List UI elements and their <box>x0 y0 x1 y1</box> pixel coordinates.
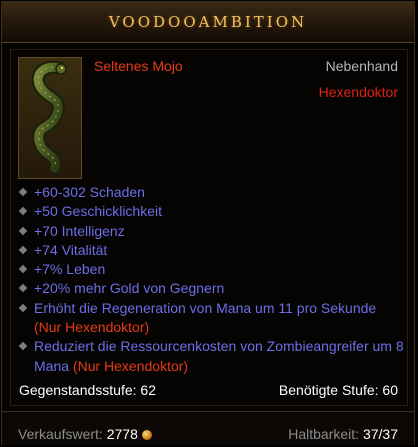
gold-coin-icon <box>141 430 152 440</box>
item-tooltip: VOODOOAMBITION Seltenes Mojo Nebenhand H… <box>1 1 415 445</box>
sell-value-label: Verkaufswert: <box>18 426 103 442</box>
class-requirement-note: (Nur Hexendoktor) <box>72 357 189 374</box>
snake-mojo-icon <box>31 60 67 175</box>
item-title: VOODOOAMBITION <box>108 13 308 31</box>
class-restriction: Hexendoktor <box>318 84 398 100</box>
affix-list: +60-302 Schaden +50 Geschicklichkeit +70… <box>18 183 404 376</box>
item-level: Gegenstandsstufe: 62 <box>19 382 156 398</box>
affix-bullet-icon <box>18 303 28 313</box>
affix-bullet-icon <box>18 342 28 351</box>
affix-item: +74 Vitalität <box>18 241 404 260</box>
sell-value: Verkaufswert: 2778 <box>18 426 152 442</box>
item-slot: Nebenhand <box>325 58 398 74</box>
sell-value-amount: 2778 <box>106 426 138 442</box>
affix-bullet-icon <box>18 207 28 216</box>
durability: Haltbarkeit: 37/37 <box>288 426 398 442</box>
affix-bullet-icon <box>18 245 28 255</box>
affix-item: +7% Leben <box>18 260 404 279</box>
affix-item: +60-302 Schaden <box>18 183 404 202</box>
affix-bullet-icon <box>18 187 28 197</box>
item-icon-frame <box>18 57 82 179</box>
required-level: Benötigte Stufe: 60 <box>278 382 398 398</box>
affix-bullet-icon <box>18 264 28 274</box>
affix-item: Erhöht die Regeneration von Mana um 11 p… <box>18 299 404 338</box>
durability-value: 37/37 <box>362 426 398 442</box>
affix-bullet-icon <box>18 284 28 293</box>
item-rarity-type: Seltenes Mojo <box>94 58 183 74</box>
affix-bullet-icon <box>18 226 28 235</box>
class-requirement-note: (Nur Hexendoktor) <box>34 319 150 336</box>
affix-item: +70 Intelligenz <box>18 222 404 241</box>
durability-label: Haltbarkeit: <box>288 426 360 442</box>
tooltip-header: VOODOOAMBITION <box>2 2 414 43</box>
tooltip-footer: Verkaufswert: 2778 Haltbarkeit: 37/37 <box>2 411 414 445</box>
affix-item: +50 Geschicklichkeit <box>18 202 404 221</box>
affix-item: +20% mehr Gold von Gegnern <box>18 279 404 298</box>
affix-item: Reduziert die Ressourcenkosten von Zombi… <box>18 337 404 376</box>
